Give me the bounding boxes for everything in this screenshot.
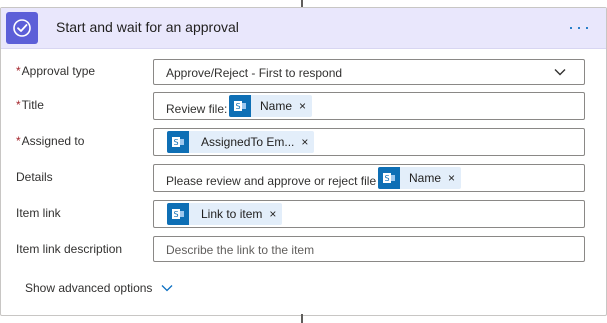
details-label: Details bbox=[16, 170, 53, 184]
remove-token-icon[interactable]: × bbox=[448, 171, 455, 185]
details-prefix-text: Please review and approve or reject file bbox=[166, 174, 377, 188]
token-label: Name bbox=[260, 99, 293, 113]
assigned-to-input[interactable]: S AssignedTo Em... × bbox=[153, 128, 585, 156]
more-options-button[interactable]: ··· bbox=[566, 14, 594, 40]
required-marker: * bbox=[16, 64, 21, 78]
remove-token-icon[interactable]: × bbox=[299, 99, 306, 113]
remove-token-icon[interactable]: × bbox=[301, 135, 308, 149]
sharepoint-icon: S bbox=[229, 95, 251, 117]
assigned-to-label: *Assigned to bbox=[16, 134, 84, 148]
svg-text:S: S bbox=[173, 210, 178, 219]
required-marker: * bbox=[16, 134, 21, 148]
token-label: AssignedTo Em... bbox=[201, 135, 295, 149]
flow-connector-top bbox=[301, 0, 303, 7]
approval-type-label-text: Approval type bbox=[21, 64, 96, 78]
approval-type-value: Approve/Reject - First to respond bbox=[166, 66, 343, 80]
show-advanced-options-button[interactable]: Show advanced options bbox=[25, 281, 173, 295]
assigned-to-label-text: Assigned to bbox=[21, 134, 85, 148]
svg-text:S: S bbox=[235, 102, 240, 111]
token-label: Link to item bbox=[201, 207, 263, 221]
required-marker: * bbox=[16, 98, 21, 112]
name-token[interactable]: S Name × bbox=[378, 167, 462, 189]
approval-type-label: *Approval type bbox=[16, 64, 95, 78]
assigned-to-email-token[interactable]: S AssignedTo Em... × bbox=[167, 131, 315, 153]
item-link-label: Item link bbox=[16, 206, 61, 220]
approval-type-dropdown[interactable]: Approve/Reject - First to respond bbox=[153, 59, 585, 85]
item-link-description-placeholder: Describe the link to the item bbox=[166, 243, 315, 257]
svg-text:S: S bbox=[384, 174, 389, 183]
token-label: Name bbox=[409, 171, 442, 185]
action-header[interactable]: Start and wait for an approval ··· bbox=[1, 8, 606, 49]
name-token[interactable]: S Name × bbox=[229, 95, 313, 117]
sharepoint-icon: S bbox=[167, 203, 189, 225]
sharepoint-icon: S bbox=[167, 131, 189, 153]
title-prefix-text: Review file: bbox=[166, 102, 228, 116]
action-title: Start and wait for an approval bbox=[56, 19, 239, 35]
chevron-down-icon bbox=[554, 69, 566, 76]
approval-action-card: Start and wait for an approval ··· *Appr… bbox=[0, 7, 607, 316]
svg-text:S: S bbox=[173, 138, 178, 147]
item-link-input[interactable]: S Link to item × bbox=[153, 200, 585, 228]
title-label: *Title bbox=[16, 98, 44, 112]
show-advanced-options-label: Show advanced options bbox=[25, 281, 153, 295]
flow-connector-bottom bbox=[301, 314, 303, 323]
sharepoint-icon: S bbox=[378, 167, 400, 189]
approval-check-icon bbox=[6, 12, 38, 44]
chevron-down-icon bbox=[161, 285, 173, 292]
title-input[interactable]: Review file: S Name × bbox=[153, 92, 585, 120]
link-to-item-token[interactable]: S Link to item × bbox=[167, 203, 283, 225]
item-link-description-label: Item link description bbox=[16, 242, 123, 256]
item-link-description-input[interactable]: Describe the link to the item bbox=[153, 236, 585, 262]
details-input[interactable]: Please review and approve or reject file… bbox=[153, 164, 585, 192]
remove-token-icon[interactable]: × bbox=[269, 207, 276, 221]
title-label-text: Title bbox=[21, 98, 44, 112]
